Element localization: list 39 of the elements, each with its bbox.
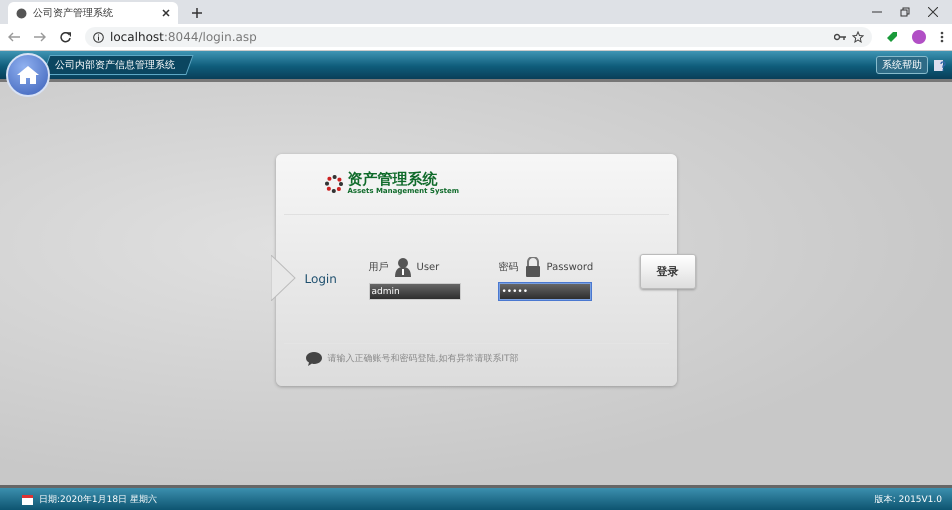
avatar-icon[interactable] [912,30,926,44]
version-text: 版本: 2015V1.0 [874,494,942,506]
date-text: 日期:2020年1月18日 星期六 [39,494,157,506]
logo-icon [324,174,344,194]
hint-text: 请输入正确账号和密码登陆,如有异常请联系IT部 [328,352,519,365]
padlock-icon [524,257,540,277]
reload-icon[interactable] [60,32,71,42]
close-icon[interactable] [928,7,938,17]
tag-icon[interactable] [886,31,898,43]
field-label: Password [546,262,594,272]
help-button[interactable]: 系统帮助 [876,56,928,74]
url-text: localhost:8044/login.asp [110,30,257,44]
login-label: Login [304,272,338,286]
username-field[interactable]: admin [368,283,460,300]
login-button[interactable]: 登录 [640,254,696,288]
house-icon [17,66,39,84]
logo-title: 资产管理系统 [348,172,438,187]
home-button[interactable] [6,53,50,97]
close-icon[interactable] [162,9,170,17]
info-icon [93,32,104,42]
arrow-tab-icon [270,254,296,300]
new-tab-icon[interactable] [192,8,202,18]
star-icon[interactable] [852,31,864,43]
tab-title: 公司资产管理系统 [33,6,114,20]
address-bar[interactable]: localhost:8044/login.asp [85,27,872,47]
user-icon [394,257,410,277]
calendar-icon [22,494,33,504]
back-icon[interactable] [8,32,20,42]
speech-bubble-icon [306,352,322,366]
help-document-icon[interactable] [934,59,946,71]
key-icon[interactable] [834,33,846,41]
field-label: 密码 [498,260,518,274]
restore-icon[interactable] [900,7,910,17]
password-field[interactable]: ••••• [498,283,590,300]
browser-tab[interactable]: 公司资产管理系统 [8,2,178,24]
forward-icon[interactable] [34,32,46,42]
field-label: 用戶 [368,260,388,274]
menu-icon[interactable] [940,31,944,43]
field-label: User [416,262,440,272]
